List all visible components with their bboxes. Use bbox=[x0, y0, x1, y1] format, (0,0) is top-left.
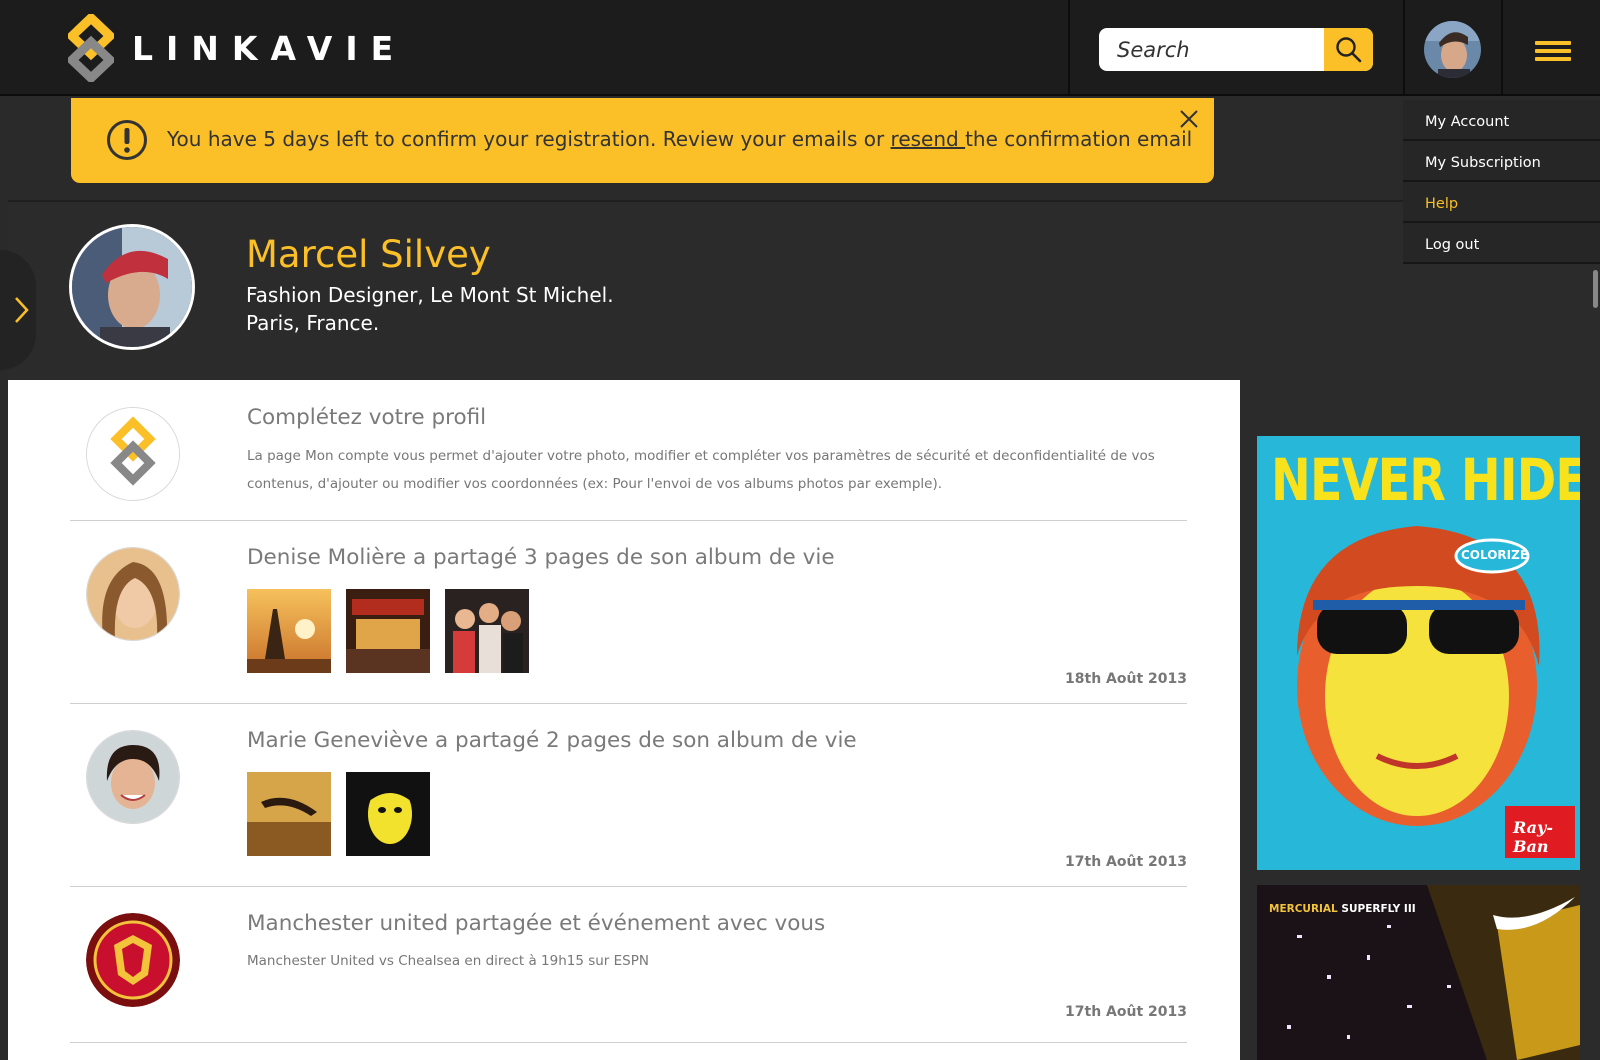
profile-name: Marcel Silvey bbox=[246, 233, 491, 276]
album-page-thumbnail[interactable] bbox=[445, 589, 529, 673]
manchester-united-avatar[interactable] bbox=[86, 913, 180, 1007]
linkavie-avatar bbox=[86, 407, 180, 501]
ad-line1-b: SUPERFLY III bbox=[1341, 903, 1416, 915]
feed-item-date: 17th Août 2013 bbox=[1065, 1004, 1187, 1020]
feed-item-description: Manchester United vs Chealsea en direct … bbox=[247, 953, 649, 969]
menu-item-my-account[interactable]: My Account bbox=[1403, 100, 1600, 141]
top-navbar: LINKAVIE bbox=[0, 0, 1600, 96]
album-page-thumbnail[interactable] bbox=[346, 589, 430, 673]
search-box bbox=[1099, 28, 1373, 71]
marie-avatar[interactable] bbox=[86, 730, 180, 824]
menu-item-help[interactable]: Help bbox=[1403, 182, 1600, 223]
linkavie-logo-icon bbox=[68, 14, 114, 82]
notice-text: You have 5 days left to confirm your reg… bbox=[167, 127, 1192, 151]
sidebar-toggle[interactable] bbox=[0, 250, 36, 370]
feed-item-date: 17th Août 2013 bbox=[1065, 854, 1187, 870]
profile-occupation: Fashion Designer, Le Mont St Michel. bbox=[246, 283, 614, 307]
confirmation-notice: You have 5 days left to confirm your reg… bbox=[71, 98, 1214, 183]
ad-headline: NEVER HIDE bbox=[1271, 446, 1580, 514]
search-input[interactable] bbox=[1099, 28, 1325, 71]
feed-item-date: 18th Août 2013 bbox=[1065, 671, 1187, 687]
album-page-thumbnail[interactable] bbox=[346, 772, 430, 856]
feed-item: Manchester united partagée et événement … bbox=[70, 887, 1187, 1043]
search-icon bbox=[1335, 36, 1361, 62]
notice-text-after: the confirmation email bbox=[965, 127, 1193, 151]
feed-item-description: La page Mon compte vous permet d'ajouter… bbox=[247, 448, 1155, 492]
feed-item: Complétez votre profil La page Mon compt… bbox=[70, 380, 1187, 521]
chevron-right-icon bbox=[15, 297, 29, 323]
feed-item-title: Complétez votre profil bbox=[247, 405, 487, 430]
album-page-thumbnail[interactable] bbox=[247, 589, 331, 673]
user-avatar[interactable] bbox=[1424, 21, 1481, 78]
feed-item-title: Marie Geneviève a partagé 2 pages de son… bbox=[247, 728, 857, 753]
profile-location: Paris, France. bbox=[246, 311, 380, 335]
close-icon[interactable] bbox=[1178, 108, 1200, 130]
divider bbox=[1403, 0, 1405, 94]
linkavie-logo[interactable]: LINKAVIE bbox=[68, 14, 406, 82]
profile-avatar[interactable] bbox=[69, 224, 195, 350]
user-dropdown-menu: My Account My Subscription Help Log out bbox=[1403, 100, 1600, 264]
menu-item-log-out[interactable]: Log out bbox=[1403, 223, 1600, 264]
denise-avatar[interactable] bbox=[86, 547, 180, 641]
album-page-thumbnail[interactable] bbox=[247, 772, 331, 856]
feed-item: Denise Molière a partagé 3 pages de son … bbox=[70, 521, 1187, 704]
nike-ad[interactable]: MERCURIAL SUPERFLY III bbox=[1257, 885, 1580, 1060]
notice-text-before: You have 5 days left to confirm your reg… bbox=[167, 127, 891, 151]
logo-text: LINKAVIE bbox=[132, 28, 407, 68]
search-button[interactable] bbox=[1324, 28, 1373, 71]
warning-icon bbox=[107, 120, 147, 160]
ad-tag: COLORIZE bbox=[1461, 548, 1529, 562]
menu-item-my-subscription[interactable]: My Subscription bbox=[1403, 141, 1600, 182]
ad-line1-a: MERCURIAL bbox=[1269, 903, 1338, 915]
album-thumbnails bbox=[247, 772, 430, 856]
album-thumbnails bbox=[247, 589, 529, 673]
resend-link[interactable]: resend bbox=[891, 127, 966, 151]
ad-line1: MERCURIAL SUPERFLY III bbox=[1269, 903, 1416, 915]
rayban-ad[interactable]: NEVER HIDE COLORIZE Ray-Ban bbox=[1257, 436, 1580, 870]
menu-toggle-icon[interactable] bbox=[1535, 41, 1571, 61]
feed-item-title: Manchester united partagée et événement … bbox=[247, 911, 826, 936]
divider bbox=[1068, 0, 1070, 94]
divider bbox=[1501, 0, 1503, 94]
activity-feed: Complétez votre profil La page Mon compt… bbox=[8, 380, 1240, 1060]
scrollbar-thumb[interactable] bbox=[1593, 270, 1598, 308]
feed-item: Marie Geneviève a partagé 2 pages de son… bbox=[70, 704, 1187, 887]
feed-item-title: Denise Molière a partagé 3 pages de son … bbox=[247, 545, 835, 570]
ad-brand: Ray-Ban bbox=[1513, 818, 1553, 856]
